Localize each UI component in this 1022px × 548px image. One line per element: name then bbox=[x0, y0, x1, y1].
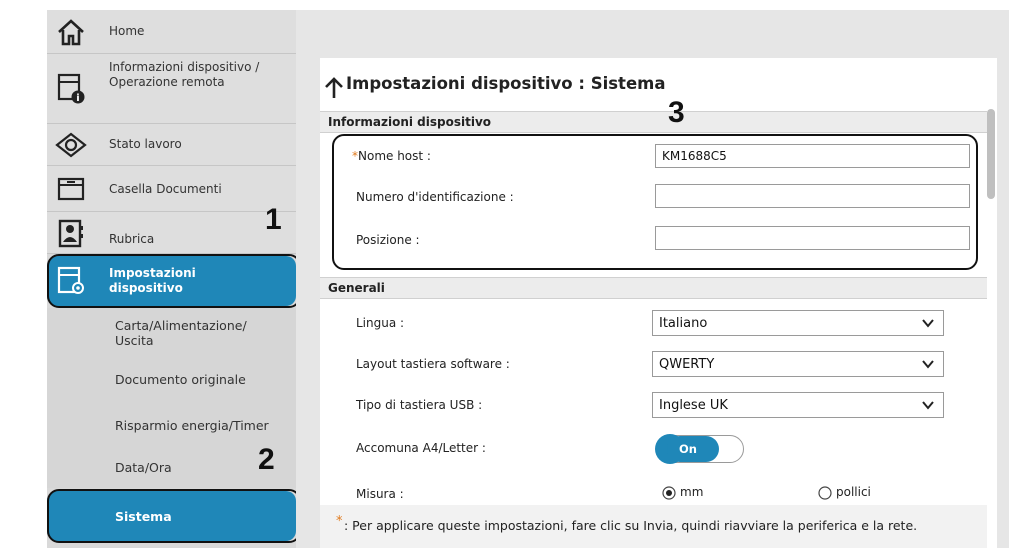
sidebar-item-label: Stato lavoro bbox=[109, 137, 182, 151]
usb-keyboard-label: Tipo di tastiera USB : bbox=[356, 398, 483, 412]
sidebar-subitem-label: Risparmio energia/Timer bbox=[115, 418, 269, 433]
scrollbar-thumb[interactable] bbox=[987, 109, 995, 199]
chevron-down-icon bbox=[922, 360, 934, 369]
chevron-down-icon bbox=[922, 401, 934, 410]
a4-letter-label: Accomuna A4/Letter : bbox=[356, 441, 486, 455]
sidebar-item-label: Home bbox=[109, 24, 145, 38]
keyboard-value: QWERTY bbox=[659, 357, 715, 372]
radio-inch-label: pollici bbox=[836, 485, 871, 499]
language-value: Italiano bbox=[659, 316, 708, 331]
radio-inch-icon bbox=[818, 486, 832, 500]
language-label: Lingua : bbox=[356, 316, 405, 330]
radio-mm-selected-icon bbox=[662, 486, 676, 500]
sidebar-item-document-box[interactable]: Casella Documenti bbox=[47, 166, 296, 212]
section-device-info: Informazioni dispositivo bbox=[320, 111, 987, 133]
page-title: Impostazioni dispositivo : Sistema bbox=[346, 74, 666, 93]
callout-number-3: 3 bbox=[668, 96, 685, 129]
callout-box-2 bbox=[47, 489, 301, 543]
language-select[interactable]: Italiano bbox=[652, 310, 944, 336]
back-arrow-icon[interactable] bbox=[323, 76, 345, 100]
eye-icon bbox=[55, 129, 87, 161]
sidebar-item-label: Informazioni dispositivo / Operazione re… bbox=[109, 60, 260, 89]
sidebar-subitem-paper[interactable]: Carta/Alimentazione/ Uscita bbox=[47, 308, 296, 360]
callout-box-1 bbox=[47, 254, 301, 308]
a4-letter-toggle[interactable]: On bbox=[655, 434, 744, 464]
chevron-down-icon bbox=[922, 319, 934, 328]
home-icon bbox=[55, 16, 87, 48]
sidebar-item-home[interactable]: Home bbox=[47, 10, 296, 54]
callout-number-2: 2 bbox=[258, 443, 275, 476]
keyboard-label: Layout tastiera software : bbox=[356, 357, 510, 371]
section-title: Generali bbox=[328, 281, 385, 295]
measure-label: Misura : bbox=[356, 487, 404, 501]
usb-keyboard-select[interactable]: Inglese UK bbox=[652, 392, 944, 418]
sidebar-subitem-label: Data/Ora bbox=[115, 460, 172, 475]
sidebar-subitem-label: Carta/Alimentazione/ Uscita bbox=[115, 318, 247, 348]
callout-box-3 bbox=[332, 134, 978, 270]
sidebar-subitem-original[interactable]: Documento originale bbox=[47, 360, 296, 404]
sidebar-item-job-status[interactable]: Stato lavoro bbox=[47, 124, 296, 166]
keyboard-select[interactable]: QWERTY bbox=[652, 351, 944, 377]
address-book-icon bbox=[55, 217, 87, 249]
folder-icon bbox=[55, 172, 87, 204]
device-info-icon: i bbox=[55, 72, 87, 104]
sidebar-item-label: Rubrica bbox=[109, 232, 155, 246]
usb-keyboard-value: Inglese UK bbox=[659, 398, 728, 413]
callout-number-1: 1 bbox=[265, 203, 282, 236]
sidebar-item-label: Casella Documenti bbox=[109, 182, 222, 196]
sidebar-item-address-book[interactable]: Rubrica bbox=[47, 212, 296, 254]
toggle-label: On bbox=[679, 442, 697, 456]
section-general: Generali bbox=[320, 277, 987, 299]
sidebar-subitem-energy[interactable]: Risparmio energia/Timer bbox=[47, 404, 296, 448]
footnote: * : Per applicare queste impostazioni, f… bbox=[320, 505, 987, 548]
sidebar-item-device-info[interactable]: i Informazioni dispositivo / Operazione … bbox=[47, 54, 296, 124]
footnote-text: : Per applicare queste impostazioni, far… bbox=[344, 518, 918, 533]
section-title: Informazioni dispositivo bbox=[328, 115, 492, 129]
svg-text:i: i bbox=[76, 93, 79, 104]
footnote-star: * bbox=[336, 514, 343, 529]
sidebar-subitem-label: Documento originale bbox=[115, 372, 246, 387]
radio-mm-label: mm bbox=[680, 485, 704, 499]
